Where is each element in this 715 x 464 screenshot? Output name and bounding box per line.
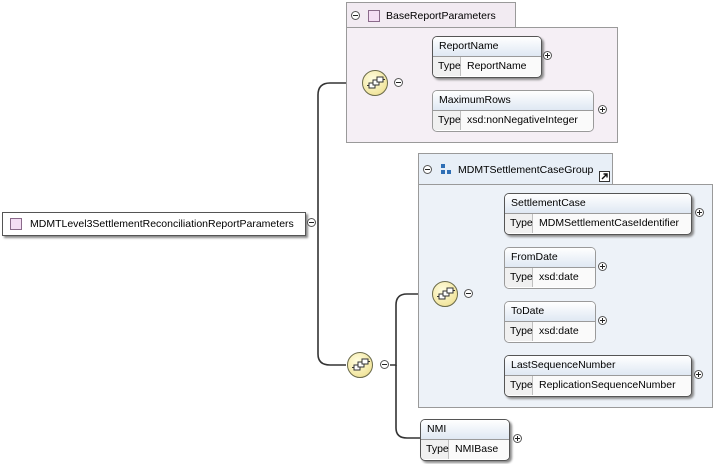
element-name: SettlementCase [505, 194, 691, 214]
expand-icon[interactable] [695, 208, 704, 217]
element-type: NMIBase [449, 440, 509, 459]
element-last-sequence-number[interactable]: LastSequenceNumber Type ReplicationSeque… [504, 355, 692, 397]
element-settlement-case[interactable]: SettlementCase Type MDMSettlementCaseIde… [504, 193, 692, 235]
element-type: xsd:date [533, 268, 595, 287]
element-name: ReportName [433, 37, 541, 57]
sequence-compositor-icon[interactable] [347, 352, 373, 378]
type-label: Type [433, 111, 461, 130]
sequence-compositor-icon[interactable] [432, 281, 458, 307]
element-to-date[interactable]: ToDate Type xsd:date [504, 301, 596, 343]
element-name: ToDate [505, 302, 595, 322]
reference-arrow-icon[interactable] [599, 171, 610, 182]
type-label: Type [433, 57, 461, 76]
element-report-name[interactable]: ReportName Type ReportName [432, 36, 542, 78]
element-type: xsd:nonNegativeInteger [461, 111, 593, 130]
expand-icon[interactable] [513, 434, 522, 443]
type-label: Type [505, 268, 533, 287]
type-label: Type [505, 214, 533, 233]
collapse-icon[interactable] [423, 165, 432, 174]
element-name: NMI [421, 420, 509, 440]
element-name: MaximumRows [433, 91, 593, 111]
collapse-icon[interactable] [307, 218, 316, 227]
type-label: Type [505, 376, 533, 395]
expand-icon[interactable] [598, 316, 607, 325]
expand-icon[interactable] [598, 262, 607, 271]
element-group-label: MDMTSettlementCaseGroup [458, 163, 594, 176]
type-label: Type [421, 440, 449, 459]
element-from-date[interactable]: FromDate Type xsd:date [504, 247, 596, 289]
element-type: xsd:date [533, 322, 595, 341]
sequence-compositor-icon[interactable] [362, 70, 388, 96]
collapse-icon[interactable] [380, 360, 389, 369]
collapse-icon[interactable] [394, 78, 403, 87]
element-group-tab[interactable]: MDMTSettlementCaseGroup [418, 153, 613, 185]
element-group-icon [440, 163, 452, 176]
expand-icon[interactable] [598, 105, 607, 114]
expand-icon[interactable] [694, 370, 703, 379]
element-type: ReportName [461, 57, 541, 76]
element-maximum-rows[interactable]: MaximumRows Type xsd:nonNegativeInteger [432, 90, 594, 132]
attribute-group-tab[interactable]: BaseReportParameters [346, 2, 516, 28]
element-name: LastSequenceNumber [505, 356, 691, 376]
collapse-icon[interactable] [351, 11, 360, 20]
root-element-label: MDMTLevel3SettlementReconciliationReport… [30, 218, 294, 230]
type-label: Type [505, 322, 533, 341]
element-name: FromDate [505, 248, 595, 268]
attribute-group-icon [368, 9, 380, 22]
element-nmi[interactable]: NMI Type NMIBase [420, 419, 510, 461]
element-type: MDMSettlementCaseIdentifier [533, 214, 691, 233]
attribute-group-label: BaseReportParameters [386, 9, 496, 22]
root-element[interactable]: MDMTLevel3SettlementReconciliationReport… [2, 212, 306, 236]
expand-icon[interactable] [543, 51, 552, 60]
element-type: ReplicationSequenceNumber [533, 376, 691, 395]
collapse-icon[interactable] [464, 289, 473, 298]
attribute-icon [10, 218, 22, 230]
